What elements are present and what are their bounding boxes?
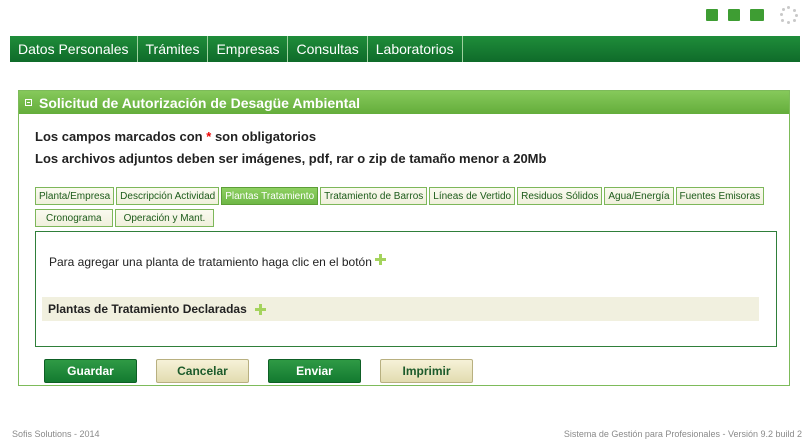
required-note: Los campos marcados con * son obligatori…	[35, 129, 316, 144]
attachments-note: Los archivos adjuntos deben ser imágenes…	[35, 151, 547, 166]
footer-version: Sistema de Gestión para Profesionales - …	[563, 429, 802, 439]
page: Datos Personales Trámites Empresas Consu…	[0, 0, 808, 441]
loading-spinner-icon	[780, 6, 798, 24]
nav-datos-personales[interactable]: Datos Personales	[10, 36, 138, 62]
tab-planta-empresa[interactable]: Planta/Empresa	[35, 187, 115, 205]
toolbar-icon-3[interactable]	[750, 9, 764, 21]
tab-agua-energia[interactable]: Agua/Energía	[604, 187, 674, 205]
tabs-row-2: Cronograma Operación y Mant.	[35, 209, 215, 227]
tab-residuos-solidos[interactable]: Residuos Sólidos	[517, 187, 603, 205]
cancelar-button[interactable]: Cancelar	[156, 359, 249, 383]
required-note-prefix: Los campos marcados con	[35, 129, 203, 144]
top-toolbar	[706, 4, 798, 26]
request-panel: Solicitud de Autorización de Desagüe Amb…	[18, 90, 790, 386]
tab-tratamiento-barros[interactable]: Tratamiento de Barros	[320, 187, 428, 205]
tab-lineas-vertido[interactable]: Líneas de Vertido	[429, 187, 516, 205]
nav-consultas[interactable]: Consultas	[288, 36, 368, 62]
plus-icon[interactable]	[254, 303, 266, 315]
main-navbar: Datos Personales Trámites Empresas Consu…	[10, 36, 800, 62]
toolbar-icon-1[interactable]	[706, 9, 718, 21]
panel-title: Solicitud de Autorización de Desagüe Amb…	[39, 94, 361, 111]
collapse-icon[interactable]	[25, 99, 32, 106]
required-note-suffix: son obligatorios	[214, 129, 317, 144]
guardar-button[interactable]: Guardar	[44, 359, 137, 383]
plus-icon[interactable]	[374, 253, 386, 265]
nav-empresas[interactable]: Empresas	[208, 36, 289, 62]
footer-copyright: Sofis Solutions - 2014	[12, 429, 100, 439]
nav-laboratorios[interactable]: Laboratorios	[368, 36, 463, 62]
panel-header: Solicitud de Autorización de Desagüe Amb…	[19, 91, 789, 114]
add-plant-hint-text: Para agregar una planta de tratamiento h…	[49, 255, 372, 269]
tabs-row-1: Planta/Empresa Descripción Actividad Pla…	[35, 187, 765, 205]
tab-descripcion-actividad[interactable]: Descripción Actividad	[116, 187, 220, 205]
required-asterisk: *	[206, 129, 212, 144]
declared-plants-header: Plantas de Tratamiento Declaradas	[42, 297, 759, 321]
tab-operacion-mant[interactable]: Operación y Mant.	[114, 209, 215, 227]
toolbar-icon-2[interactable]	[728, 9, 740, 21]
add-plant-hint: Para agregar una planta de tratamiento h…	[49, 253, 386, 269]
nav-tramites[interactable]: Trámites	[138, 36, 209, 62]
declared-plants-label: Plantas de Tratamiento Declaradas	[48, 302, 247, 316]
tab-fuentes-emisoras[interactable]: Fuentes Emisoras	[675, 187, 765, 205]
tab-content: Para agregar una planta de tratamiento h…	[35, 231, 777, 347]
tab-cronograma[interactable]: Cronograma	[35, 209, 113, 227]
imprimir-button[interactable]: Imprimir	[380, 359, 473, 383]
tab-plantas-tratamiento[interactable]: Plantas Tratamiento	[221, 187, 319, 205]
enviar-button[interactable]: Enviar	[268, 359, 361, 383]
